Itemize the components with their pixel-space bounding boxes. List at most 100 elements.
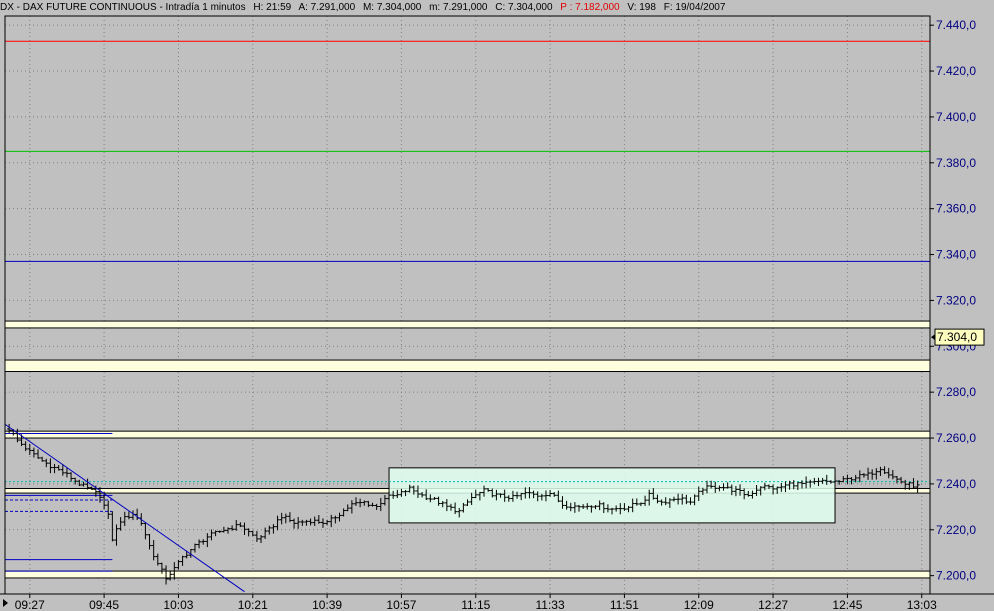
price-bar	[36, 449, 41, 459]
price-bar	[333, 515, 338, 524]
price-bar	[308, 518, 313, 526]
price-bar	[283, 513, 288, 524]
price-bar	[135, 508, 140, 521]
price-bar	[358, 498, 363, 508]
price-bar	[147, 533, 152, 550]
price-bar	[366, 500, 371, 508]
range-box	[388, 467, 836, 524]
price-bar	[69, 472, 74, 482]
time-tick-label: 10:57	[386, 598, 416, 611]
price-bar	[151, 540, 156, 561]
price-bar	[209, 529, 214, 541]
price-bar	[362, 500, 367, 506]
price-bar	[238, 522, 243, 528]
price-bar	[861, 473, 866, 478]
time-tick-label: 12:27	[758, 598, 788, 611]
price-tick-label: 7.360,0	[936, 202, 976, 216]
price-bar	[341, 508, 346, 517]
price-bar	[874, 468, 879, 480]
price-bar	[27, 443, 32, 455]
price-bar	[894, 475, 899, 484]
price-bar	[118, 517, 123, 531]
time-tick-label: 11:51	[610, 598, 639, 611]
price-bar	[263, 527, 268, 539]
price-bar	[250, 530, 255, 537]
price-bar	[259, 535, 264, 544]
price-bar	[849, 477, 854, 485]
price-bar	[870, 469, 875, 480]
price-bar	[213, 530, 218, 537]
price-bar	[271, 524, 276, 534]
time-tick-label: 11:33	[536, 598, 565, 611]
price-bar	[382, 495, 387, 506]
price-bar	[254, 530, 259, 542]
price-bar	[197, 539, 202, 549]
price-bar	[122, 511, 127, 527]
price-tick-label: 7.420,0	[936, 64, 976, 78]
price-tick-label: 7.220,0	[936, 523, 976, 537]
price-bar	[378, 497, 383, 512]
price-bar	[312, 516, 317, 526]
price-tick-label: 7.440,0	[936, 18, 976, 32]
price-bar	[329, 514, 334, 528]
last-price-label: 7.304,0	[937, 330, 977, 344]
price-zone	[4, 570, 931, 579]
price-bar	[866, 467, 871, 480]
price-bar	[126, 511, 131, 520]
price-bar	[143, 522, 148, 540]
price-bar	[85, 478, 90, 490]
price-bar	[279, 512, 284, 525]
price-bar	[246, 528, 251, 537]
price-bar	[77, 479, 82, 487]
price-bar	[31, 447, 36, 458]
chart-window: DX - DAX FUTURE CONTINUOUS - Intradía 1 …	[0, 0, 994, 611]
price-tick-label: 7.200,0	[936, 569, 976, 583]
price-bar	[114, 524, 119, 546]
price-chart[interactable]: 7.200,07.220,07.240,07.260,07.280,07.300…	[0, 0, 994, 611]
scroll-arrow-icon	[3, 599, 8, 607]
price-bar	[300, 519, 305, 526]
price-tick-label: 7.380,0	[936, 156, 976, 170]
time-tick-label: 11:15	[461, 598, 490, 611]
price-bar	[374, 503, 379, 510]
price-bar	[180, 555, 185, 566]
price-bar	[40, 456, 45, 462]
time-tick-label: 09:45	[89, 598, 119, 611]
price-bar	[225, 527, 230, 534]
last-price-marker	[931, 334, 935, 341]
price-bar	[267, 525, 272, 535]
price-bar	[370, 502, 375, 507]
price-bar	[217, 530, 222, 534]
price-bar	[890, 469, 895, 480]
price-zone	[4, 359, 931, 373]
price-bar	[337, 512, 342, 522]
time-axis[interactable]: 09:27 09:45 10:03 10:21 10:39 10:57 11:15 11:33…	[3, 594, 937, 611]
price-bar	[48, 458, 53, 474]
price-tick-label: 7.320,0	[936, 293, 976, 307]
time-tick-label: 13:03	[907, 598, 937, 611]
price-bar	[52, 463, 57, 474]
price-bar	[106, 500, 111, 520]
price-bar	[81, 481, 86, 487]
support-resistance-zones	[4, 320, 931, 579]
price-bar	[878, 466, 883, 476]
price-bar	[234, 520, 239, 531]
time-tick-label: 10:39	[312, 598, 342, 611]
price-bar	[857, 470, 862, 483]
time-tick-label: 12:09	[684, 598, 714, 611]
trend-line	[4, 423, 245, 593]
price-bar	[205, 533, 210, 548]
price-bar	[110, 511, 115, 542]
price-tick-label: 7.400,0	[936, 110, 976, 124]
price-bar	[345, 504, 350, 512]
price-bar	[882, 466, 887, 475]
trend-line-layer[interactable]	[4, 423, 245, 593]
price-bar	[44, 458, 49, 468]
time-tick-label: 12:45	[832, 598, 862, 611]
price-bar	[845, 474, 850, 484]
price-bar	[841, 476, 846, 483]
price-tick-label: 7.340,0	[936, 248, 976, 262]
range-box-layer	[388, 467, 836, 524]
price-axis[interactable]: 7.200,07.220,07.240,07.260,07.280,07.300…	[930, 18, 985, 583]
time-tick-label: 10:03	[163, 598, 193, 611]
